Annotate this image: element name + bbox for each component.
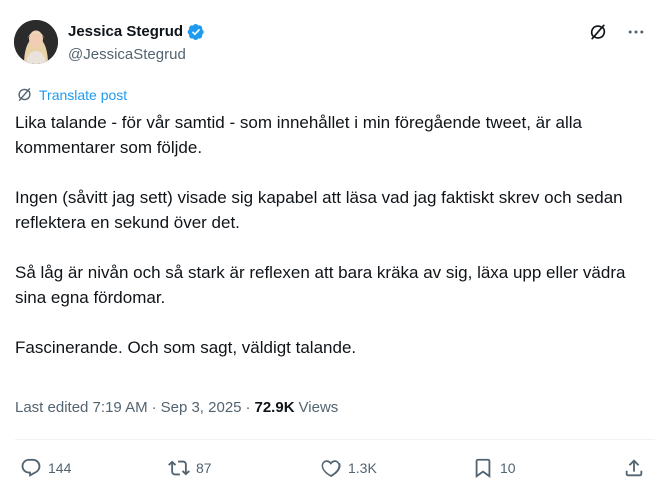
views-count: 72.9K [254, 399, 295, 416]
repost-icon [168, 457, 190, 479]
author-info: Jessica Stegrud @JessicaStegrud [68, 22, 205, 64]
translate-post-link[interactable]: Translate post [16, 86, 127, 103]
reply-button[interactable]: 144 [20, 452, 71, 484]
more-icon[interactable] [626, 22, 646, 42]
post-date[interactable]: Sep 3, 2025 [161, 399, 242, 416]
translate-grok-icon [16, 86, 33, 103]
share-icon [623, 457, 645, 479]
name-row: Jessica Stegrud [68, 22, 205, 41]
share-button[interactable] [623, 452, 645, 484]
author-name[interactable]: Jessica Stegrud [68, 22, 183, 41]
meta-separator: · [151, 399, 157, 416]
like-button[interactable]: 1.3K [320, 452, 377, 484]
post-text: Lika talande - för vår samtid - som inne… [15, 110, 645, 385]
reply-count: 144 [48, 460, 72, 476]
like-count: 1.3K [348, 460, 377, 476]
post-paragraph: Lika talande - för vår samtid - som inne… [15, 113, 582, 157]
post-action-bar: 144 87 1.3K 10 [0, 452, 670, 484]
post-paragraph: Fascinerande. Och som sagt, väldigt tala… [15, 338, 357, 357]
bookmark-button[interactable]: 10 [472, 452, 516, 484]
divider [15, 439, 655, 440]
views-label: Views [298, 399, 339, 416]
post-metadata: Last edited 7:19 AM · Sep 3, 2025 · 72.9… [15, 399, 338, 416]
translate-post-label[interactable]: Translate post [39, 87, 127, 103]
edited-timestamp[interactable]: Last edited 7:19 AM [15, 399, 148, 416]
post-paragraph: Så låg är nivån och så stark är reflexen… [15, 263, 626, 307]
reply-icon [20, 457, 42, 479]
repost-count: 87 [196, 460, 212, 476]
verified-badge-icon[interactable] [187, 23, 205, 41]
avatar[interactable] [14, 20, 58, 64]
meta-separator: · [245, 399, 251, 416]
bookmark-icon [472, 457, 494, 479]
grok-icon[interactable] [588, 22, 608, 42]
like-icon [320, 457, 342, 479]
author-handle[interactable]: @JessicaStegrud [68, 45, 205, 64]
post-top-actions [588, 22, 646, 42]
bookmark-count: 10 [500, 460, 516, 476]
post-paragraph: Ingen (såvitt jag sett) visade sig kapab… [15, 188, 623, 232]
repost-button[interactable]: 87 [168, 452, 212, 484]
